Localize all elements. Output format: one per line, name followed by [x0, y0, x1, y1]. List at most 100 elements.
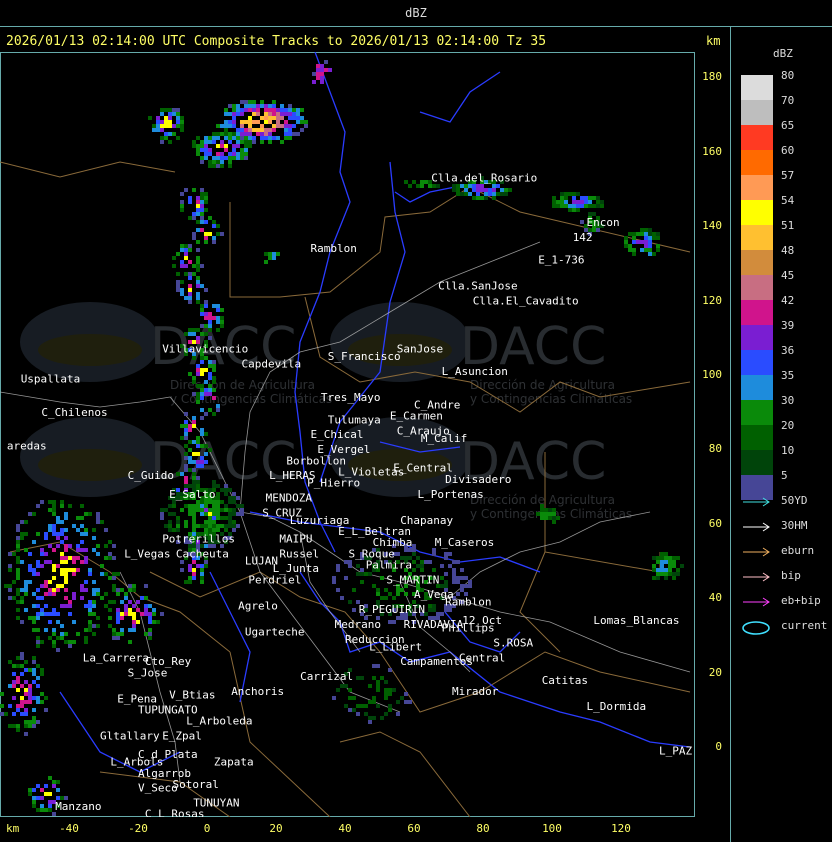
echo-pixel — [220, 152, 224, 156]
radar-map[interactable]: DACC Dirección de Agricultura y Continge… — [0, 52, 696, 817]
echo-pixel — [8, 588, 12, 592]
echo-pixel — [84, 636, 88, 640]
echo-pixel — [552, 196, 556, 200]
echo-pixel — [284, 120, 288, 124]
echo-pixel — [72, 640, 76, 644]
echo-pixel — [316, 68, 320, 72]
echo-pixel — [108, 608, 112, 612]
echo-pixel — [256, 132, 260, 136]
echo-pixel — [28, 692, 32, 696]
echo-pixel — [236, 132, 240, 136]
echo-pixel — [216, 132, 220, 136]
echo-pixel — [196, 436, 200, 440]
echo-pixel — [248, 128, 252, 132]
echo-pixel — [656, 568, 660, 572]
echo-pixel — [204, 144, 208, 148]
echo-pixel — [460, 588, 464, 592]
y-tick-label: 180 — [702, 70, 722, 84]
echo-pixel — [212, 412, 216, 416]
current-ellipse-icon — [742, 621, 770, 635]
echo-pixel — [552, 512, 556, 516]
echo-pixel — [92, 612, 96, 616]
echo-pixel — [20, 700, 24, 704]
echo-pixel — [20, 600, 24, 604]
echo-pixel — [236, 104, 240, 108]
echo-pixel — [624, 244, 628, 248]
echo-pixel — [160, 108, 164, 112]
echo-pixel — [344, 704, 348, 708]
echo-pixel — [584, 204, 588, 208]
legend-level-label: 48 — [781, 244, 795, 257]
echo-pixel — [48, 800, 52, 804]
echo-pixel — [204, 412, 208, 416]
place-label: Carrizal — [300, 670, 353, 683]
echo-pixel — [232, 112, 236, 116]
echo-pixel — [176, 116, 180, 120]
echo-pixel — [176, 528, 180, 532]
echo-pixel — [596, 200, 600, 204]
echo-pixel — [320, 72, 324, 76]
echo-pixel — [508, 188, 512, 192]
echo-pixel — [416, 556, 420, 560]
echo-pixel — [244, 100, 248, 104]
echo-pixel — [52, 608, 56, 612]
echo-pixel — [676, 572, 680, 576]
echo-pixel — [656, 244, 660, 248]
echo-pixel — [672, 560, 676, 564]
echo-pixel — [208, 364, 212, 368]
echo-pixel — [640, 228, 644, 232]
echo-pixel — [268, 256, 272, 260]
echo-pixel — [632, 240, 636, 244]
echo-pixel — [216, 232, 220, 236]
echo-pixel — [264, 108, 268, 112]
echo-pixel — [112, 556, 116, 560]
legend-track-label: bip — [781, 569, 801, 582]
echo-pixel — [224, 148, 228, 152]
watermark-logo-3: DACC — [20, 417, 296, 497]
echo-pixel — [176, 136, 180, 140]
echo-pixel — [204, 192, 208, 196]
echo-pixel — [52, 592, 56, 596]
echo-pixel — [460, 584, 464, 588]
echo-pixel — [204, 392, 208, 396]
echo-pixel — [228, 520, 232, 524]
echo-pixel — [172, 256, 176, 260]
echo-pixel — [20, 712, 24, 716]
echo-pixel — [48, 592, 52, 596]
echo-pixel — [320, 68, 324, 72]
echo-pixel — [40, 796, 44, 800]
echo-pixel — [424, 560, 428, 564]
echo-pixel — [192, 236, 196, 240]
echo-pixel — [236, 512, 240, 516]
place-label: E_Chical — [311, 428, 364, 441]
echo-pixel — [172, 528, 176, 532]
echo-pixel — [164, 120, 168, 124]
echo-pixel — [228, 156, 232, 160]
echo-pixel — [208, 232, 212, 236]
echo-pixel — [352, 708, 356, 712]
echo-pixel — [224, 492, 228, 496]
echo-pixel — [656, 248, 660, 252]
echo-pixel — [212, 508, 216, 512]
echo-pixel — [184, 252, 188, 256]
echo-pixel — [240, 504, 244, 508]
echo-pixel — [16, 556, 20, 560]
echo-pixel — [188, 288, 192, 292]
echo-pixel — [388, 704, 392, 708]
echo-pixel — [356, 676, 360, 680]
echo-pixel — [268, 136, 272, 140]
echo-pixel — [444, 556, 448, 560]
echo-pixel — [448, 552, 452, 556]
echo-pixel — [176, 108, 180, 112]
place-label: V_Btias — [169, 689, 215, 702]
echo-pixel — [276, 108, 280, 112]
echo-pixel — [656, 576, 660, 580]
echo-pixel — [244, 132, 248, 136]
echo-pixel — [104, 592, 108, 596]
place-label: Mirador — [452, 685, 499, 698]
echo-pixel — [360, 580, 364, 584]
echo-pixel — [268, 112, 272, 116]
echo-pixel — [168, 504, 172, 508]
echo-pixel — [200, 512, 204, 516]
echo-pixel — [268, 120, 272, 124]
